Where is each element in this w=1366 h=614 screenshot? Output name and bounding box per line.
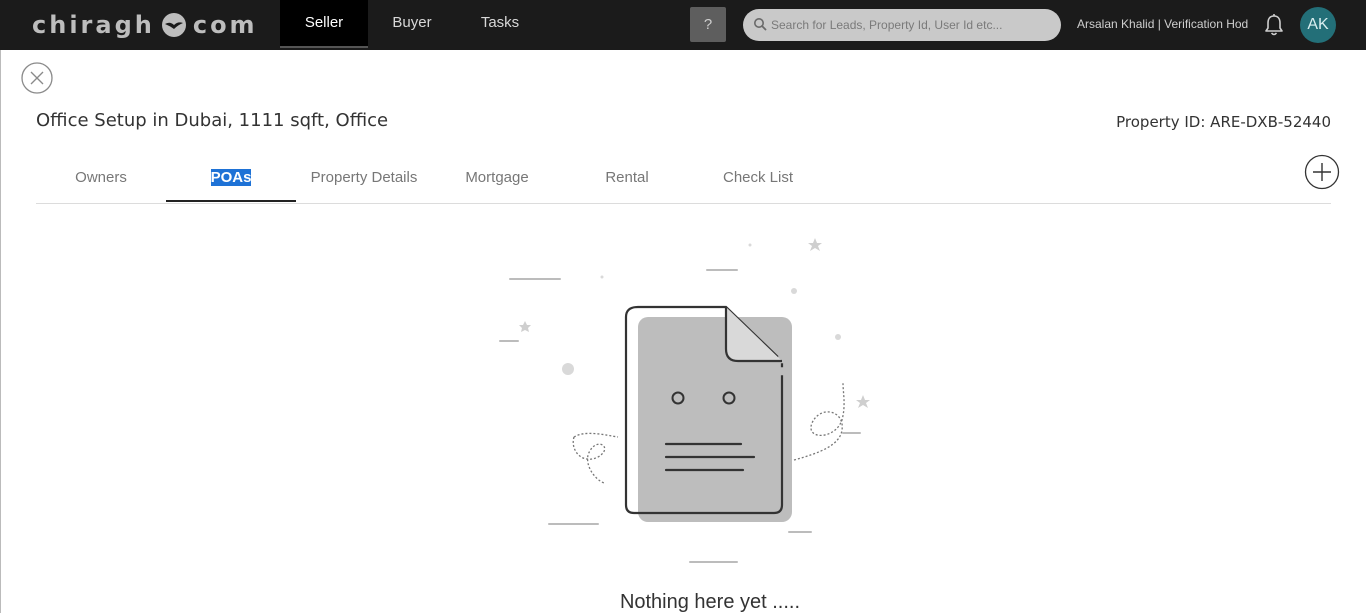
tab-label: POAs (210, 169, 252, 186)
tab-label: Rental (605, 169, 649, 186)
user-avatar[interactable]: AK (1300, 7, 1336, 43)
top-navigation-bar: chiragh com Seller Buyer Tasks ? Arsalan… (0, 0, 1366, 50)
nav-tab-tasks[interactable]: Tasks (456, 0, 544, 48)
logo-text-right: com (192, 11, 258, 39)
panel-left-border (0, 50, 1, 613)
empty-document-illustration (499, 238, 870, 563)
nav-tab-buyer[interactable]: Buyer (368, 0, 456, 48)
search-bar (743, 9, 1061, 41)
tab-rental[interactable]: Rental (562, 154, 692, 202)
tab-property-details[interactable]: Property Details (296, 154, 432, 202)
tab-label: Owners (75, 169, 127, 186)
tab-label: Mortgage (465, 169, 529, 186)
property-tabs: Owners POAs Property Details Mortgage Re… (36, 154, 1331, 204)
tab-mortgage[interactable]: Mortgage (432, 154, 562, 202)
nav-tab-seller[interactable]: Seller (280, 0, 368, 48)
empty-state-message: Nothing here yet ..... (619, 591, 801, 613)
bird-logo-icon (161, 13, 186, 37)
close-icon[interactable] (21, 62, 53, 94)
help-button[interactable]: ? (690, 7, 726, 42)
tab-check-list[interactable]: Check List (692, 154, 824, 202)
tab-poas[interactable]: POAs (166, 154, 296, 202)
property-title: Office Setup in Dubai, 1111 sqft, Office (36, 110, 389, 131)
add-icon[interactable] (1304, 154, 1340, 190)
search-input[interactable] (771, 9, 1051, 41)
logo-text-left: chiragh (32, 11, 155, 39)
tab-label: Check List (722, 169, 794, 186)
chiragh-logo[interactable]: chiragh com (32, 9, 258, 41)
property-id-label: Property ID: ARE-DXB-52440 (1116, 113, 1331, 131)
search-icon (754, 18, 767, 31)
bell-icon[interactable] (1263, 13, 1285, 37)
user-name-label[interactable]: Arsalan Khalid | Verification Hod (1077, 17, 1248, 31)
tab-label: Property Details (310, 169, 418, 186)
tab-owners[interactable]: Owners (36, 154, 166, 202)
